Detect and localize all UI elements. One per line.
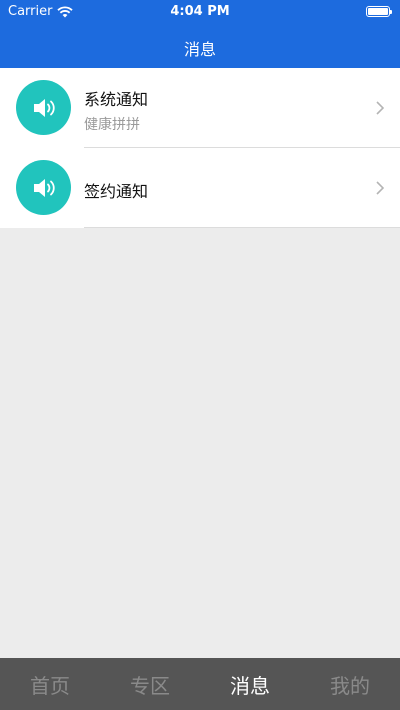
divider	[84, 227, 400, 228]
tab-mine[interactable]: 我的	[300, 658, 400, 710]
list-item-system-notice[interactable]: 系统通知 健康拼拼	[0, 68, 400, 148]
status-time: 4:04 PM	[170, 4, 230, 19]
status-bar: Carrier 4:04 PM	[0, 0, 400, 22]
list-item-title: 签约通知	[84, 182, 149, 201]
message-list: 系统通知 健康拼拼 签约通知	[0, 68, 400, 228]
speaker-icon	[33, 98, 55, 117]
list-item-title: 系统通知	[84, 90, 149, 109]
list-item-contract-notice[interactable]: 签约通知	[0, 148, 400, 228]
tab-home[interactable]: 首页	[0, 658, 100, 710]
header: Carrier 4:04 PM 消息	[0, 0, 400, 68]
speaker-icon	[33, 178, 55, 197]
chevron-right-icon	[376, 181, 384, 195]
tab-bar: 首页 专区 消息 我的	[0, 658, 400, 710]
page-title: 消息	[183, 40, 216, 59]
list-item-subtitle: 健康拼拼	[84, 117, 140, 133]
tab-messages[interactable]: 消息	[200, 658, 300, 710]
chevron-right-icon	[376, 101, 384, 115]
battery-icon	[366, 6, 392, 17]
avatar	[16, 80, 71, 135]
tab-zone[interactable]: 专区	[100, 658, 200, 710]
avatar	[16, 160, 71, 215]
